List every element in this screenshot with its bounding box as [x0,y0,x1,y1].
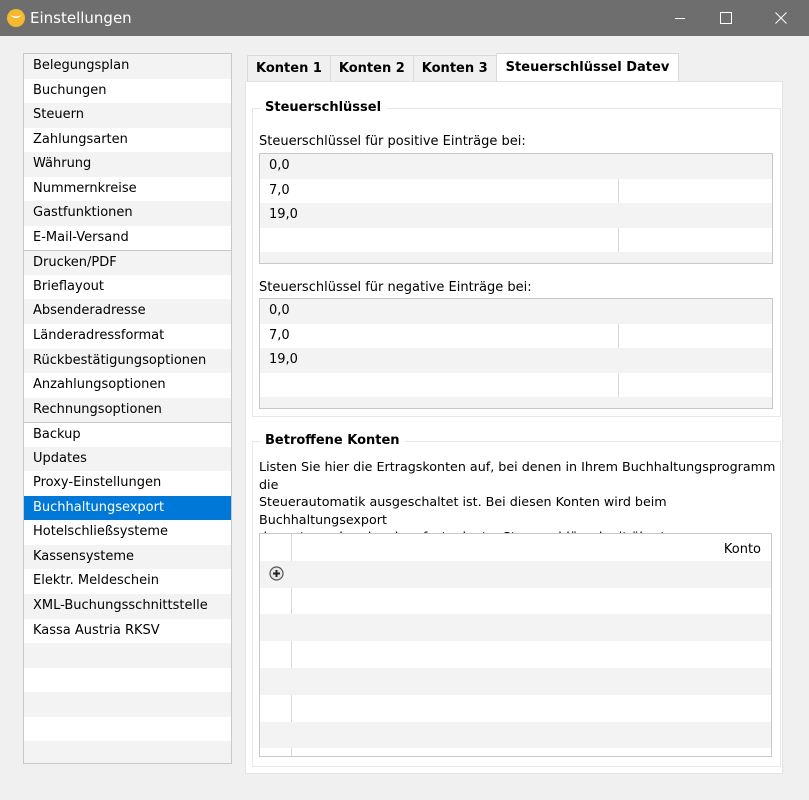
sidebar-empty-row [24,668,231,693]
konto-column-header[interactable]: Konto [724,538,761,562]
new-row[interactable] [260,560,771,588]
sidebar-item[interactable]: Rechnungsoptionen [24,397,231,423]
sidebar-empty-row [24,717,231,742]
grid-row[interactable] [260,641,771,668]
grid-row[interactable] [260,695,771,722]
close-icon [775,12,787,24]
sidebar-item[interactable]: Gastfunktionen [24,201,231,226]
maximize-icon [720,12,732,24]
sidebar-item[interactable]: Nummernkreise [24,177,231,202]
add-circle-icon[interactable] [269,566,284,581]
grid-row[interactable] [260,667,771,695]
tax-rate-cell: 19,0 [269,352,298,367]
tab-konten-2[interactable]: Konten 2 [329,55,414,81]
grid-row[interactable]: 19,0 [260,348,772,373]
grid-row[interactable] [260,373,772,398]
title-bar: Einstellungen [0,0,809,36]
sidebar-item[interactable]: Belegungsplan [24,54,231,79]
tab-konten-1[interactable]: Konten 1 [247,55,331,81]
tax-rate-cell: 7,0 [269,182,290,198]
steuerschluessel-group-title: Steuerschlüssel [261,100,387,115]
betroffene-konten-group: Betroffene Konten Listen Sie hier die Er… [252,433,781,767]
negative-label: Steuerschlüssel für negative Einträge be… [259,280,532,295]
negative-tax-key-grid[interactable]: 0,0 7,0 19,0 [259,298,773,409]
close-button[interactable] [758,0,804,36]
grid-row[interactable] [260,614,771,642]
sidebar-item[interactable]: E-Mail-Versand [24,226,231,251]
grid-row[interactable] [260,588,771,615]
sidebar-item[interactable]: Drucken/PDF [24,250,231,275]
sidebar-item[interactable]: XML-Buchungsschnittstelle [24,594,231,619]
description-line: Steuerautomatik ausgeschaltet ist. Bei d… [259,494,667,527]
tax-rate-cell: 0,0 [269,158,290,173]
tab-konten-3[interactable]: Konten 3 [412,55,497,81]
maximize-button[interactable] [703,0,749,36]
sidebar-item[interactable]: Kassa Austria RKSV [24,619,231,644]
sidebar-item[interactable]: Updates [24,446,231,472]
window-title: Einstellungen [30,9,132,27]
sidebar-item[interactable]: Rückbestätigungsoptionen [24,348,231,374]
grid-row[interactable] [260,721,771,749]
steuerschluessel-group: Steuerschlüssel Steuerschlüssel für posi… [252,100,781,417]
grid-row[interactable]: 0,0 [260,299,772,324]
tab-steuerschluessel-datev[interactable]: Steuerschlüssel Datev [495,53,680,81]
grid-row[interactable] [260,228,772,253]
minimize-icon [675,18,685,19]
sidebar-empty-row [24,741,231,763]
sidebar-item[interactable]: Steuern [24,103,231,128]
settings-category-list[interactable]: Belegungsplan Buchungen Steuern Zahlungsart… [23,53,232,764]
sidebar-item[interactable]: Anzahlungsoptionen [24,373,231,398]
sidebar-item[interactable]: Hotelschließsysteme [24,520,231,545]
description-line: Listen Sie hier die Ertragskonten auf, b… [259,459,776,492]
sidebar-item[interactable]: Kassensysteme [24,544,231,570]
konto-grid[interactable]: Konto [259,533,772,757]
grid-row[interactable] [260,748,771,756]
grid-row[interactable]: 19,0 [260,203,772,228]
sidebar-item[interactable]: Backup [24,422,231,447]
tax-rate-cell: 7,0 [269,327,290,343]
sidebar-item[interactable]: Proxy-Einstellungen [24,471,231,496]
tab-bar: Konten 1 Konten 2 Konten 3 Steuerschlüss… [247,53,680,81]
grid-row[interactable]: 0,0 [260,154,772,179]
sidebar-item[interactable]: Länderadressformat [24,324,231,349]
sidebar-item[interactable]: Zahlungsarten [24,128,231,153]
grid-row[interactable]: 7,0 [260,179,772,204]
app-logo-icon [7,9,25,27]
sidebar-item[interactable]: Elektr. Meldeschein [24,569,231,594]
tax-rate-cell: 0,0 [269,303,290,318]
sidebar-item[interactable]: Buchhaltungsexport [24,495,231,521]
sidebar-item[interactable]: Währung [24,152,231,177]
grid-row[interactable] [260,252,772,263]
positive-tax-key-grid[interactable]: 0,0 7,0 19,0 [259,153,773,264]
tab-panel: Steuerschlüssel Steuerschlüssel für posi… [245,81,783,774]
sidebar-item[interactable]: Buchungen [24,79,231,104]
sidebar-item[interactable]: Brieflayout [24,275,231,300]
sidebar-empty-row [24,692,231,717]
konto-header-row: Konto [260,534,771,561]
grid-row[interactable]: 7,0 [260,324,772,349]
betroffene-konten-group-title: Betroffene Konten [261,433,405,448]
minimize-button[interactable] [657,0,703,36]
grid-row[interactable] [260,397,772,408]
positive-label: Steuerschlüssel für positive Einträge be… [259,134,526,149]
sidebar-item[interactable]: Absenderadresse [24,299,231,325]
tax-rate-cell: 19,0 [269,207,298,222]
sidebar-empty-row [24,643,231,668]
